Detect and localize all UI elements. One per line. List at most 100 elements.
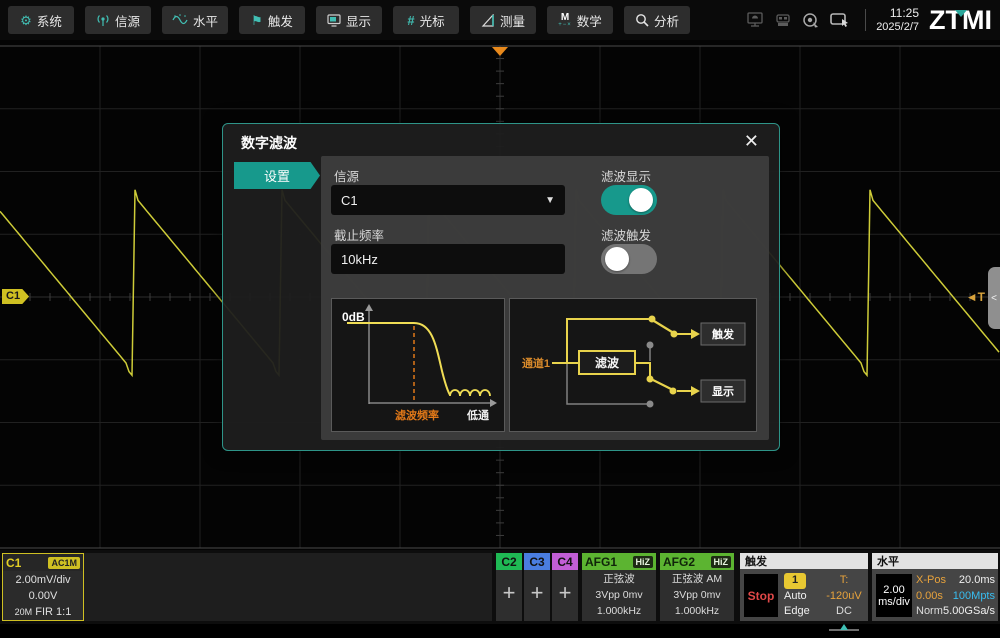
dialog-title: 数字滤波 (241, 133, 297, 153)
c1-bandwidth: 20M (15, 607, 33, 617)
logo-triangle-icon (955, 10, 967, 17)
menu-math-button[interactable]: M+−× 数学 (547, 6, 613, 34)
acquisition-state: Stop (748, 589, 775, 603)
menu-cursor-button[interactable]: # 光标 (393, 6, 459, 34)
clock: 11:25 2025/2/7 (876, 6, 919, 35)
afg2-box[interactable]: AFG2 HiZ 正弦波 AM 3Vpp 0mv 1.000kHz (660, 553, 734, 621)
c3-label: C3 (524, 553, 550, 570)
response-lowpass-label: 低通 (466, 408, 489, 422)
trigger-position-marker[interactable] (492, 47, 508, 56)
afg2-label: AFG2 (663, 555, 695, 569)
trigger-header: 触发 (740, 553, 868, 569)
gear-icon: ⚙ (20, 14, 32, 27)
flow-channel-label: 通道1 (522, 356, 550, 370)
run-stop-button[interactable]: Stop (744, 574, 778, 617)
flow-display-label: 显示 (712, 385, 734, 398)
memory-depth: 100Mpts (943, 589, 995, 605)
response-cutoff-label: 滤波频率 (395, 408, 439, 422)
filter-response-diagram: 0dB 滤波频率 低通 (331, 298, 505, 432)
touch-gesture-icon[interactable] (802, 12, 820, 29)
menu-label: 系统 (37, 11, 62, 30)
toggle-knob (629, 188, 653, 212)
touchscreen-icon[interactable] (830, 12, 850, 29)
acquire-mode: Norm (916, 604, 946, 620)
trigger-source-badge[interactable]: 1 (784, 573, 806, 589)
menu-analyze-button[interactable]: 分析 (624, 6, 690, 34)
afg1-waveform: 正弦波 (582, 571, 656, 587)
menu-horizontal-button[interactable]: 水平 (162, 6, 228, 34)
usb-storage-icon[interactable] (774, 13, 792, 28)
ruler-icon (481, 14, 495, 27)
math-icon: M+−× (558, 13, 572, 28)
cutoff-label: 截止频率 (334, 225, 384, 244)
source-value: C1 (341, 193, 358, 208)
brand-logo: ZTMI (929, 5, 992, 36)
filter-trigger-toggle[interactable] (601, 244, 657, 274)
c1-label: C1 (6, 556, 21, 570)
response-0db-label: 0dB (342, 310, 365, 324)
menu-source-button[interactable]: 信源 (85, 6, 151, 34)
filter-trigger-label: 滤波触发 (601, 225, 651, 244)
top-toolbar: ⚙ 系统 信源 水平 ⚑ 触发 显示 # 光标 (0, 0, 1000, 40)
c1-filter: FIR (35, 606, 53, 618)
trigger-level-marker[interactable]: ◄T (966, 290, 985, 304)
toggle-knob (605, 247, 629, 271)
afg1-box[interactable]: AFG1 HiZ 正弦波 3Vpp 0mv 1.000kHz (582, 553, 656, 621)
timebase-button[interactable]: 2.00 ms/div (876, 574, 912, 617)
wave-icon (172, 14, 188, 26)
menu-label: 触发 (268, 11, 293, 30)
afg1-frequency: 1.000kHz (582, 603, 656, 619)
add-channel-c4-button[interactable]: + (552, 570, 578, 616)
source-label: 信源 (334, 166, 359, 185)
lan-status-icon[interactable] (746, 12, 764, 28)
sample-rate: 5.00GSa/s (943, 604, 995, 620)
antenna-icon (96, 13, 110, 27)
timebase-scale: 2.00 (883, 584, 904, 596)
filter-display-toggle[interactable] (601, 185, 657, 215)
trigger-section[interactable]: 触发 Stop 1 Auto Edge T: -120uV DC (740, 553, 868, 621)
rising-edge-icon (822, 620, 866, 638)
trigger-sweep-mode: Auto (784, 589, 810, 605)
menu-display-button[interactable]: 显示 (316, 6, 382, 34)
c1-offset: 0.00V (3, 588, 83, 604)
menu-label: 测量 (500, 11, 525, 30)
afg2-frequency: 1.000kHz (660, 603, 734, 619)
menu-trigger-button[interactable]: ⚑ 触发 (239, 6, 305, 34)
tab-settings[interactable]: 设置 (234, 162, 320, 189)
c4-label: C4 (552, 553, 578, 570)
afg2-impedance-badge: HiZ (711, 556, 732, 568)
add-channel-c2-button[interactable]: + (496, 570, 522, 616)
channel-c1-box[interactable]: C1 AC1M 2.00mV/div 0.00V 20M FIR 1:1 (2, 553, 84, 621)
chevron-down-icon: ▼ (545, 195, 555, 206)
source-select[interactable]: C1 ▼ (331, 185, 565, 215)
menu-buttons: ⚙ 系统 信源 水平 ⚑ 触发 显示 # 光标 (8, 6, 690, 34)
time-window: 20.0ms (943, 573, 995, 589)
menu-label: 数学 (577, 11, 602, 30)
side-panel-handle[interactable]: < (988, 267, 1000, 329)
afg1-label: AFG1 (585, 555, 617, 569)
channel-c3-box[interactable]: C3 + (524, 553, 550, 621)
menu-measure-button[interactable]: 测量 (470, 6, 536, 34)
cutoff-input[interactable]: 10kHz (331, 244, 565, 274)
menu-label: 信源 (115, 11, 140, 30)
time-text: 11:25 (876, 6, 919, 21)
menu-system-button[interactable]: ⚙ 系统 (8, 6, 74, 34)
trigger-coupling: DC (822, 604, 866, 620)
menu-label: 分析 (654, 11, 679, 30)
channel-c2-box[interactable]: C2 + (496, 553, 522, 621)
channel-c4-box[interactable]: C4 + (552, 553, 578, 621)
afg2-waveform: 正弦波 AM (660, 571, 734, 587)
digital-filter-dialog: 数字滤波 ✕ 设置 信源 C1 ▼ 截止频率 10kHz 滤波显示 滤波触发 (222, 123, 780, 451)
add-channel-c3-button[interactable]: + (524, 570, 550, 616)
flow-filter-label: 滤波 (595, 355, 620, 370)
filter-display-label: 滤波显示 (601, 166, 651, 185)
c1-scale: 2.00mV/div (3, 572, 83, 588)
trigger-type: Edge (784, 604, 810, 620)
bottom-status-bar: C1 AC1M 2.00mV/div 0.00V 20M FIR 1:1 C2 … (0, 550, 1000, 624)
signal-flow-diagram: 通道1 滤波 触发 显示 (509, 298, 757, 432)
date-text: 2025/2/7 (876, 21, 919, 35)
close-icon[interactable]: ✕ (740, 129, 763, 154)
afg1-amplitude: 3Vpp 0mv (582, 587, 656, 603)
flow-trigger-label: 触发 (711, 327, 735, 341)
horizontal-section[interactable]: 水平 2.00 ms/div X-Pos 0.00s Norm 20.0ms 1… (872, 553, 998, 621)
